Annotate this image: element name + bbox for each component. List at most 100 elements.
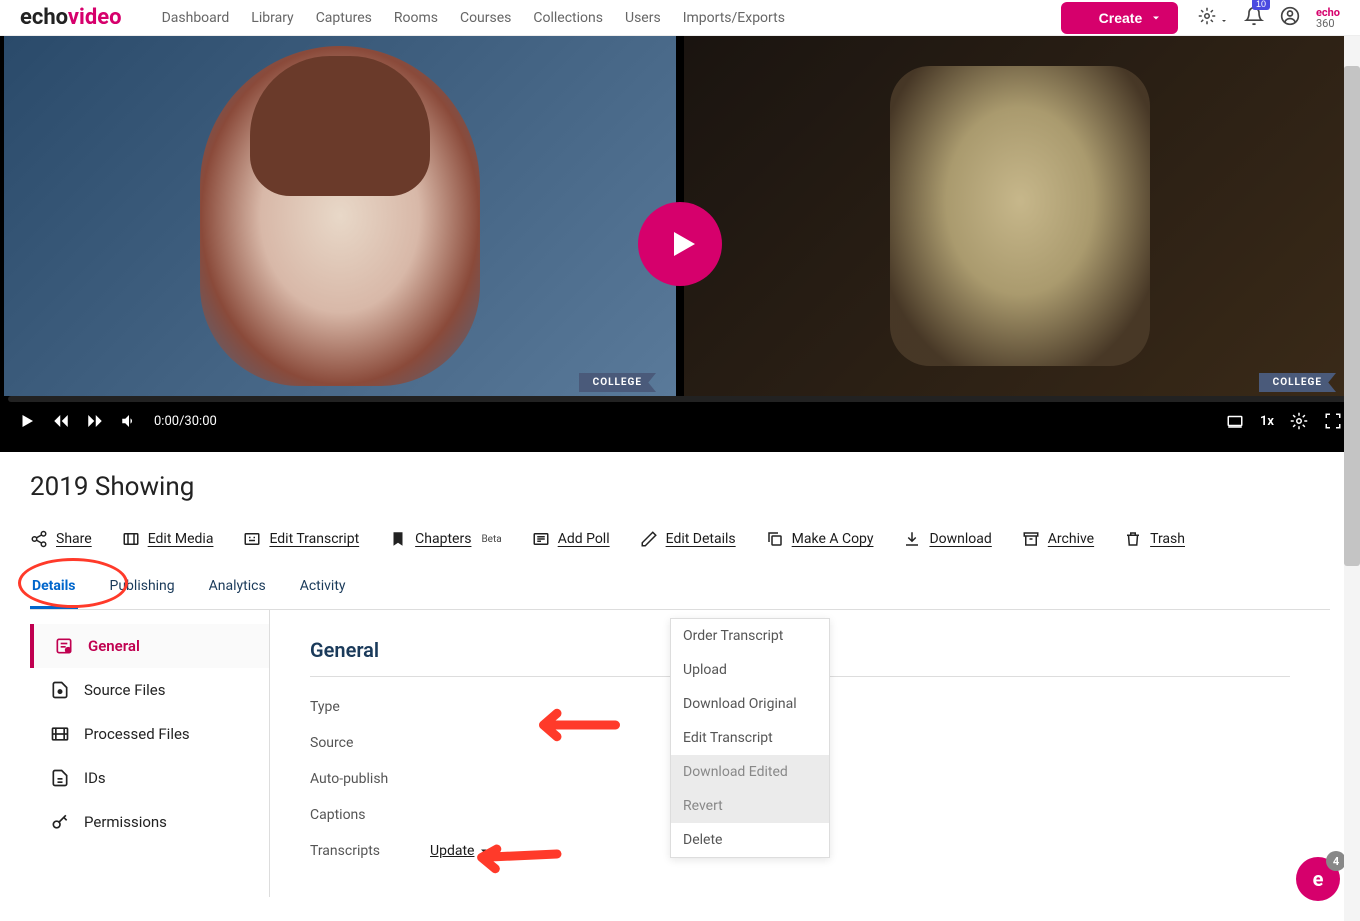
nav-imports-exports[interactable]: Imports/Exports xyxy=(683,10,785,26)
archive-action[interactable]: Archive xyxy=(1022,530,1094,548)
create-label: Create xyxy=(1099,10,1143,26)
update-label: Update xyxy=(430,843,474,859)
field-captions-label: Captions xyxy=(310,807,430,823)
sidebar-item-permissions[interactable]: Permissions xyxy=(30,800,269,844)
field-transcripts-label: Transcripts xyxy=(310,843,430,859)
fab-badge: 4 xyxy=(1326,851,1346,871)
settings-button[interactable] xyxy=(1198,7,1228,28)
beta-label: Beta xyxy=(481,534,501,545)
content-area: 2019 Showing Share Edit Media Edit Trans… xyxy=(0,452,1360,897)
scrollbar[interactable] xyxy=(1344,36,1360,921)
key-icon xyxy=(50,812,70,832)
details-sidebar: General Source Files Processed Files IDs… xyxy=(30,610,270,897)
chapters-label: Chapters xyxy=(415,531,471,547)
nav-collections[interactable]: Collections xyxy=(533,10,603,26)
create-button[interactable]: Create xyxy=(1061,2,1179,34)
settings-player-icon[interactable] xyxy=(1290,412,1308,430)
college-flag-right: COLLEGE xyxy=(1259,373,1336,392)
add-poll-action[interactable]: Add Poll xyxy=(532,530,610,548)
account-button[interactable] xyxy=(1280,6,1300,29)
edit-transcript-action[interactable]: Edit Transcript xyxy=(243,530,359,548)
layout-icon[interactable] xyxy=(1226,412,1244,430)
play-overlay-button[interactable] xyxy=(638,202,722,286)
fullscreen-icon[interactable] xyxy=(1324,412,1342,430)
nav-dashboard[interactable]: Dashboard xyxy=(162,10,230,26)
tab-analytics[interactable]: Analytics xyxy=(207,568,268,609)
processed-icon xyxy=(50,724,70,744)
transcripts-dropdown: Order Transcript Upload Download Origina… xyxy=(670,618,830,858)
logo-text-b: video xyxy=(68,5,122,30)
trash-action[interactable]: Trash xyxy=(1124,530,1185,548)
nav-rooms[interactable]: Rooms xyxy=(394,10,438,26)
video-panel-left: COLLEGE xyxy=(4,36,676,396)
forward-icon[interactable] xyxy=(86,412,104,430)
bookmark-icon xyxy=(389,530,407,548)
nav-courses[interactable]: Courses xyxy=(460,10,511,26)
dd-edit-transcript[interactable]: Edit Transcript xyxy=(671,721,829,755)
chevron-down-icon xyxy=(1150,12,1162,24)
brand-small: echo 360 xyxy=(1316,7,1340,29)
sidebar-item-general[interactable]: General xyxy=(30,624,269,668)
trash-label: Trash xyxy=(1150,531,1185,547)
chapters-action[interactable]: Chapters Beta xyxy=(389,530,502,548)
tab-details[interactable]: Details xyxy=(30,568,78,609)
dd-revert: Revert xyxy=(671,789,829,823)
copy-icon xyxy=(766,530,784,548)
field-auto-publish-label: Auto-publish xyxy=(310,771,430,787)
user-icon xyxy=(1280,6,1300,26)
college-flag-left: COLLEGE xyxy=(579,373,656,392)
source-file-icon xyxy=(50,680,70,700)
share-action[interactable]: Share xyxy=(30,530,92,548)
sidebar-ids-label: IDs xyxy=(84,769,106,787)
pencil-icon xyxy=(640,530,658,548)
logo: echovideo xyxy=(20,5,122,30)
logo-text-a: echo xyxy=(20,5,68,30)
scroll-thumb[interactable] xyxy=(1344,66,1360,566)
nav-users[interactable]: Users xyxy=(625,10,661,26)
nav-library[interactable]: Library xyxy=(251,10,293,26)
edit-details-action[interactable]: Edit Details xyxy=(640,530,736,548)
sidebar-general-label: General xyxy=(88,637,140,655)
transcripts-update-link[interactable]: Update xyxy=(430,843,490,859)
volume-icon[interactable] xyxy=(120,412,138,430)
download-icon xyxy=(903,530,921,548)
make-copy-action[interactable]: Make A Copy xyxy=(766,530,874,548)
tab-activity[interactable]: Activity xyxy=(298,568,348,609)
dd-download-original[interactable]: Download Original xyxy=(671,687,829,721)
field-type-label: Type xyxy=(310,699,430,715)
dd-upload[interactable]: Upload xyxy=(671,653,829,687)
dd-delete[interactable]: Delete xyxy=(671,823,829,857)
edit-details-label: Edit Details xyxy=(666,531,736,547)
gear-icon xyxy=(1198,7,1216,25)
id-icon xyxy=(50,768,70,788)
sidebar-item-processed-files[interactable]: Processed Files xyxy=(30,712,269,756)
fab-letter: e xyxy=(1313,867,1324,891)
make-copy-label: Make A Copy xyxy=(792,531,874,547)
player-controls: 0:00/30:00 1x xyxy=(0,402,1360,440)
notifications-button[interactable]: 10 xyxy=(1244,6,1264,29)
play-icon xyxy=(665,226,701,262)
dd-download-edited: Download Edited xyxy=(671,755,829,789)
tabs: Details Publishing Analytics Activity xyxy=(30,568,1330,610)
portrait-image-right xyxy=(890,66,1150,366)
time-display: 0:00/30:00 xyxy=(154,414,217,429)
rewind-icon[interactable] xyxy=(52,412,70,430)
tab-publishing[interactable]: Publishing xyxy=(108,568,177,609)
add-poll-label: Add Poll xyxy=(558,531,610,547)
share-label: Share xyxy=(56,531,92,547)
transcript-icon xyxy=(243,530,261,548)
info-icon xyxy=(54,636,74,656)
nav-captures[interactable]: Captures xyxy=(316,10,372,26)
chevron-down-icon xyxy=(478,845,490,857)
edit-media-action[interactable]: Edit Media xyxy=(122,530,214,548)
play-control-icon[interactable] xyxy=(18,412,36,430)
dd-order-transcript[interactable]: Order Transcript xyxy=(671,619,829,653)
sidebar-item-ids[interactable]: IDs xyxy=(30,756,269,800)
download-action[interactable]: Download xyxy=(903,530,991,548)
field-source-label: Source xyxy=(310,735,430,751)
video-panel-right: COLLEGE xyxy=(684,36,1356,396)
sidebar-item-source-files[interactable]: Source Files xyxy=(30,668,269,712)
speed-control[interactable]: 1x xyxy=(1260,414,1274,429)
help-fab[interactable]: e 4 xyxy=(1296,857,1340,901)
portrait-image-left xyxy=(200,46,480,386)
